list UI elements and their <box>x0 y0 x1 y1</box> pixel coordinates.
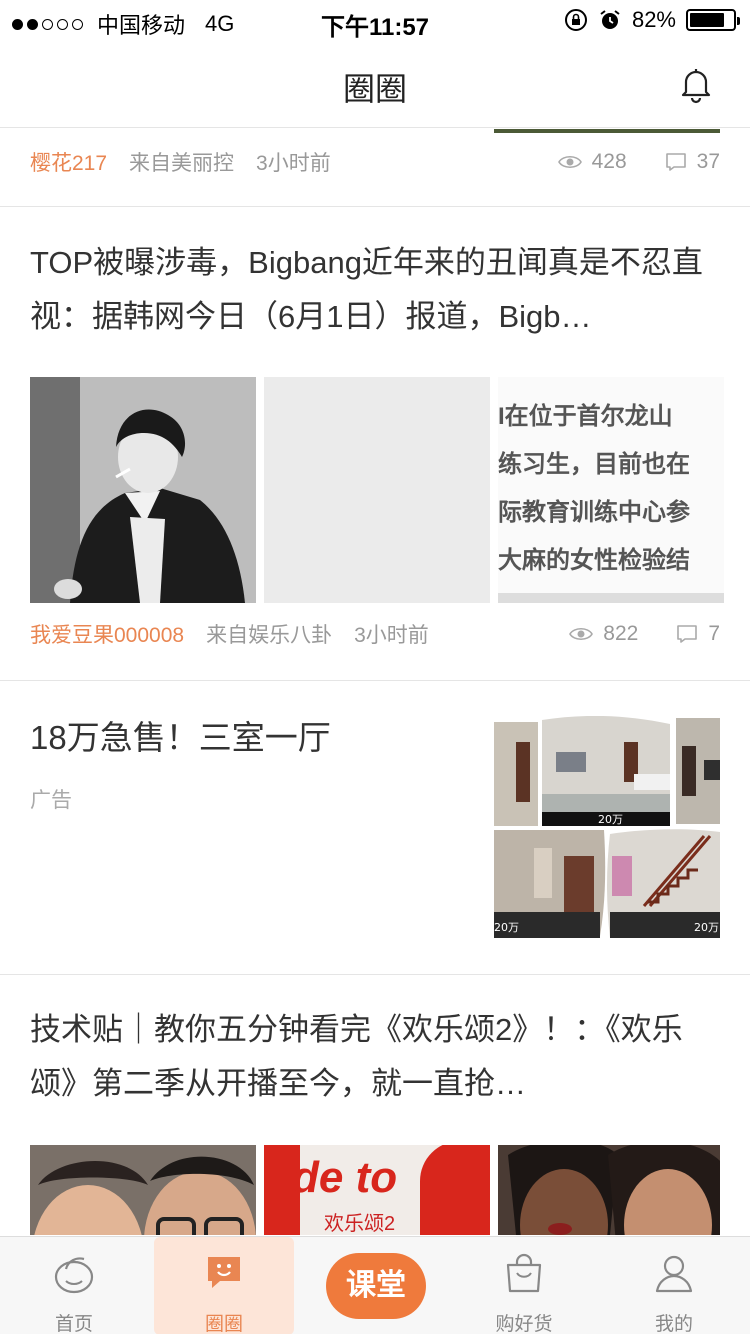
post-author[interactable]: 樱花217 <box>30 147 107 177</box>
tab-me[interactable]: 我的 <box>604 1237 744 1334</box>
image-text: 练习生，目前也在 <box>498 451 690 478</box>
image-text: 大麻的女性检验结 <box>498 547 690 574</box>
eye-icon <box>569 627 594 641</box>
price-tag: 20万 <box>494 921 519 934</box>
view-count: 822 <box>603 622 639 645</box>
comment-count: 37 <box>696 150 720 173</box>
profile-icon <box>655 1255 693 1293</box>
divider <box>0 206 750 207</box>
bell-icon[interactable] <box>676 64 716 104</box>
image-text: de to <box>292 1153 398 1202</box>
home-icon <box>54 1257 94 1294</box>
post-meta: 我爱豆果000008 来自娱乐八卦 3小时前 822 7 <box>30 617 720 651</box>
tab-label: 圈圈 <box>204 1314 243 1334</box>
divider <box>0 680 750 681</box>
classroom-button[interactable]: 课堂 <box>326 1253 426 1319</box>
chat-bubble-icon <box>208 1257 240 1288</box>
post-source[interactable]: 来自娱乐八卦 <box>206 619 332 649</box>
rotation-lock-icon <box>564 9 587 31</box>
ad-image[interactable]: 20万 20万 20万 <box>494 716 720 938</box>
tab-home[interactable]: 首页 <box>4 1237 144 1334</box>
nav-bar: 圈圈 <box>0 40 750 128</box>
page-title: 圈圈 <box>342 71 407 107</box>
comment-icon <box>665 153 686 171</box>
alarm-icon <box>600 10 620 29</box>
tab-shop[interactable]: 购好货 <box>454 1237 594 1334</box>
post-image-placeholder[interactable] <box>264 377 490 603</box>
post-title[interactable]: 技术贴｜教你五分钟看完《欢乐颂2》！：《欢乐颂》第二季从开播至今，就一直抢… <box>30 1003 720 1111</box>
post-images: de to 欢乐颂2 <box>30 1145 720 1235</box>
eye-icon <box>557 155 582 169</box>
tab-label: 首页 <box>54 1314 93 1334</box>
shopping-bag-icon <box>506 1253 542 1293</box>
post-image[interactable]: I在位于首尔龙山 练习生，目前也在 际教育训练中心参 大麻的女性检验结 <box>498 377 724 603</box>
image-text: 际教育训练中心参 <box>498 499 690 526</box>
price-tag: 20万 <box>598 813 623 826</box>
room-photos: 20万 20万 20万 <box>494 716 720 938</box>
tab-label: 我的 <box>654 1314 693 1334</box>
tab-label: 购好货 <box>495 1314 553 1334</box>
post-image[interactable] <box>494 129 720 133</box>
tab-bar: 首页 圈圈 课堂 购好货 我的 <box>0 1236 750 1334</box>
comment-count: 7 <box>708 622 720 645</box>
post-title[interactable]: TOP被曝涉毒，Bigbang近年来的丑闻真是不忍直视：据韩网今日（6月1日）报… <box>30 236 720 344</box>
battery-percent: 82% <box>631 7 676 32</box>
divider <box>0 974 750 975</box>
status-bar: 中国移动 4G 下午11:57 82% <box>0 0 750 41</box>
post-author[interactable]: 我爱豆果000008 <box>30 619 184 649</box>
feed[interactable]: 樱花217 来自美丽控 3小时前 428 37 TOP被曝涉毒，Bigbang近… <box>0 129 750 1235</box>
view-count: 428 <box>591 150 627 173</box>
post-image[interactable] <box>30 377 256 603</box>
post-image[interactable] <box>30 1145 256 1235</box>
image-text: 欢乐颂2 <box>324 1213 396 1235</box>
post-source[interactable]: 来自美丽控 <box>129 147 234 177</box>
post-image[interactable]: de to 欢乐颂2 <box>264 1145 490 1235</box>
ad-label: 广告 <box>30 789 72 812</box>
image-text: I在位于首尔龙山 <box>498 403 673 430</box>
tab-quanquan[interactable]: 圈圈 <box>154 1237 294 1334</box>
post-images: I在位于首尔龙山 练习生，目前也在 际教育训练中心参 大麻的女性检验结 <box>30 377 724 603</box>
post-time: 3小时前 <box>354 624 429 647</box>
ad-title[interactable]: 18万急售！三室一厅 <box>30 711 331 759</box>
comment-icon <box>677 625 698 643</box>
post-image[interactable] <box>498 1145 720 1235</box>
post-meta: 樱花217 来自美丽控 3小时前 428 37 <box>30 145 720 179</box>
post-time: 3小时前 <box>256 152 331 175</box>
price-tag: 20万 <box>694 921 719 934</box>
battery-icon <box>686 9 740 31</box>
